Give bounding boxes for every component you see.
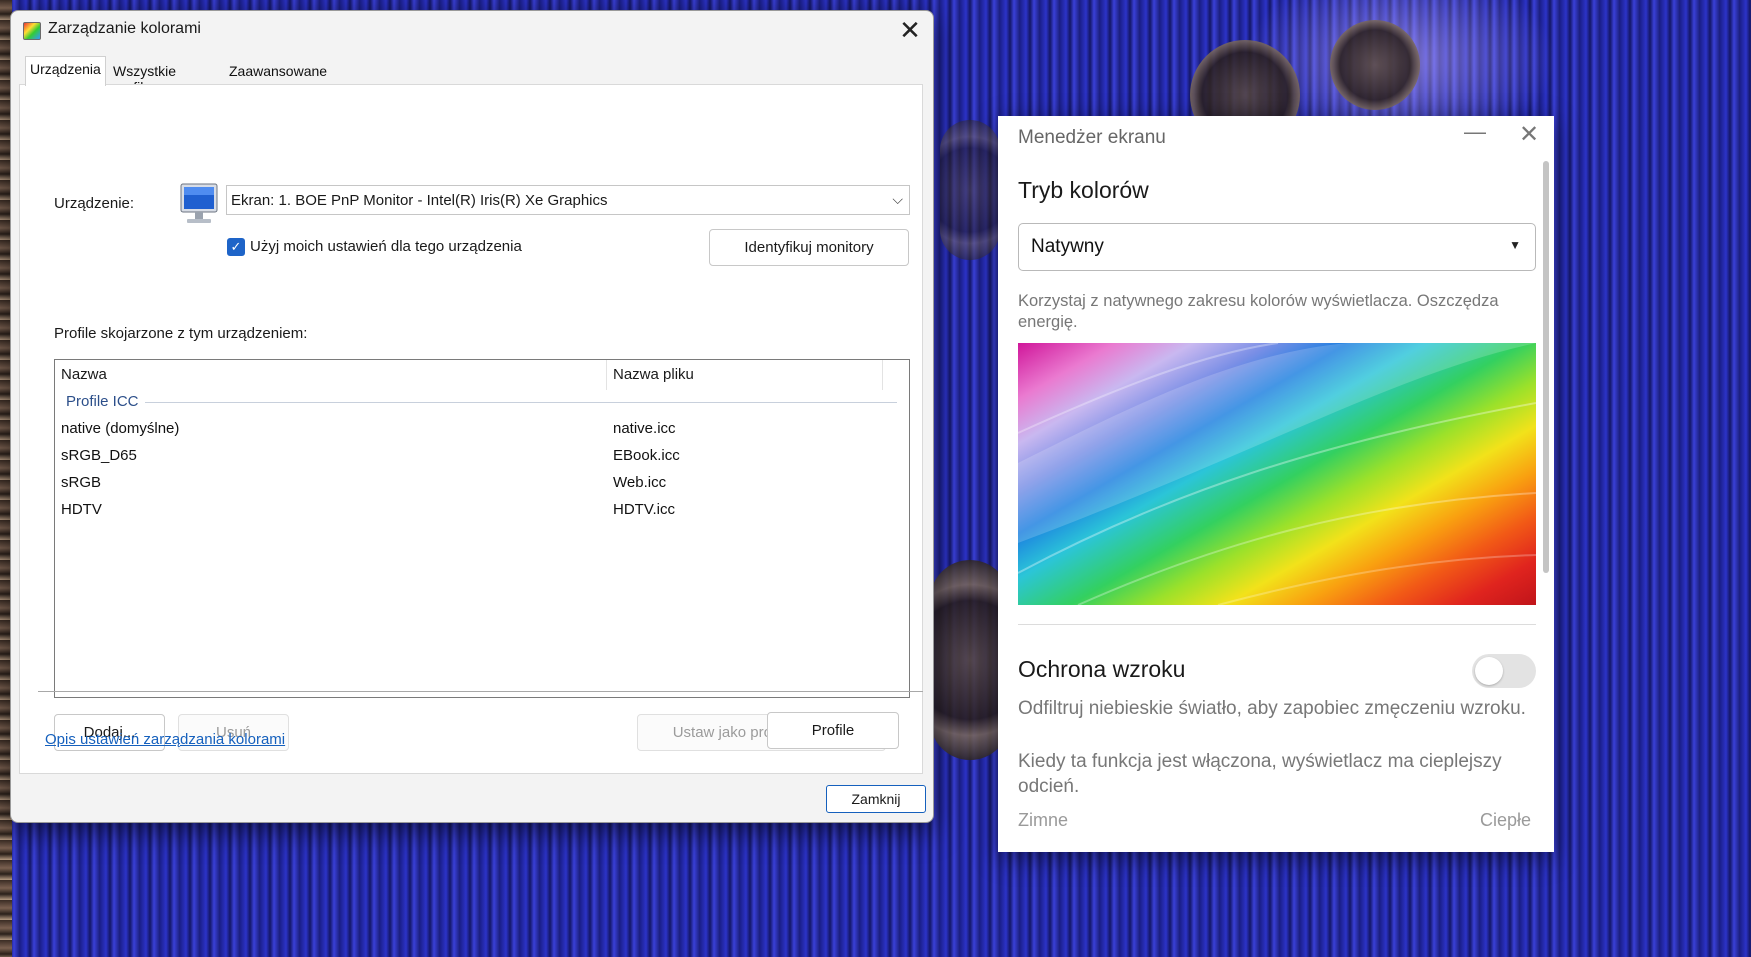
profiles-button[interactable]: Profile bbox=[767, 712, 899, 749]
cold-label: Zimne bbox=[1018, 810, 1069, 830]
table-row[interactable]: HDTV HDTV.icc bbox=[61, 498, 901, 522]
title-bar: Zarządzanie kolorami ✕ bbox=[11, 11, 933, 51]
column-header-filename[interactable]: Nazwa pliku bbox=[613, 366, 694, 383]
profile-filename: Web.icc bbox=[613, 474, 667, 491]
profile-name: native (domyślne) bbox=[61, 420, 180, 437]
group-divider-line bbox=[145, 402, 897, 403]
section-divider bbox=[1018, 624, 1536, 625]
window-title: Zarządzanie kolorami bbox=[48, 20, 201, 37]
chevron-down-icon: ⌵ bbox=[892, 191, 903, 207]
profile-list[interactable]: Nazwa Nazwa pliku Profile ICC native (do… bbox=[54, 359, 910, 698]
device-dropdown[interactable]: Ekran: 1. BOE PnP Monitor - Intel(R) Iri… bbox=[226, 185, 910, 215]
eye-protection-description-2: Kiedy ta funkcja jest włączona, wyświetl… bbox=[1018, 751, 1502, 797]
tab-devices[interactable]: Urządzenia bbox=[25, 56, 106, 86]
profile-name: sRGB bbox=[61, 474, 102, 491]
eye-protection-description: Odfiltruj niebieskie światło, aby zapobi… bbox=[1018, 698, 1526, 719]
identify-monitors-button[interactable]: Identyfikuj monitory bbox=[709, 229, 909, 266]
device-dropdown-value: Ekran: 1. BOE PnP Monitor - Intel(R) Iri… bbox=[231, 192, 608, 209]
scrollbar[interactable] bbox=[1543, 161, 1549, 573]
color-mode-dropdown[interactable]: Natywny ▼ bbox=[1018, 223, 1536, 271]
use-my-settings-label: Użyj moich ustawień dla tego urządzenia bbox=[250, 238, 522, 255]
devices-tab-panel: Urządzenie: Ekran: 1. BOE PnP Monitor - … bbox=[19, 84, 923, 774]
window-title: Menedżer ekranu bbox=[1018, 127, 1166, 148]
close-button[interactable]: Zamknij bbox=[826, 785, 926, 813]
wallpaper-gear bbox=[1330, 20, 1420, 110]
color-mode-description: Korzystaj z natywnego zakresu kolorów wy… bbox=[1018, 292, 1499, 331]
color-management-app-icon bbox=[23, 22, 41, 40]
column-divider[interactable] bbox=[882, 360, 883, 390]
wallpaper-gear bbox=[940, 120, 1000, 260]
warm-label: Ciepłe bbox=[1480, 810, 1532, 830]
color-settings-description-link[interactable]: Opis ustawień zarządzania kolorami bbox=[45, 731, 285, 748]
close-icon[interactable]: ✕ bbox=[1519, 123, 1539, 147]
screen-manager-window: Menedżer ekranu — ✕ Tryb kolorów Natywny… bbox=[998, 116, 1554, 852]
color-mode-preview-image bbox=[1018, 343, 1536, 605]
eye-protection-heading: Ochrona wzroku bbox=[1018, 656, 1186, 682]
use-my-settings-checkbox[interactable]: ✓ bbox=[227, 238, 245, 256]
group-header-icc: Profile ICC bbox=[66, 393, 145, 410]
profile-filename: native.icc bbox=[613, 420, 676, 437]
device-label: Urządzenie: bbox=[54, 195, 135, 212]
color-mode-heading: Tryb kolorów bbox=[1018, 177, 1149, 203]
close-icon[interactable]: ✕ bbox=[895, 17, 925, 45]
profile-filename: HDTV.icc bbox=[613, 501, 675, 518]
column-header-name[interactable]: Nazwa bbox=[61, 366, 107, 383]
tab-advanced[interactable]: Zaawansowane bbox=[225, 59, 331, 85]
table-row[interactable]: native (domyślne) native.icc bbox=[61, 417, 901, 441]
profile-filename: EBook.icc bbox=[613, 447, 680, 464]
tab-all-profiles[interactable]: Wszystkie profile bbox=[109, 59, 180, 95]
toggle-knob bbox=[1475, 657, 1503, 685]
profile-name: HDTV bbox=[61, 501, 102, 518]
monitor-icon bbox=[180, 183, 218, 223]
color-management-window: Zarządzanie kolorami ✕ Urządzenia Wszyst… bbox=[10, 10, 934, 823]
profile-name: sRGB_D65 bbox=[61, 447, 137, 464]
minimize-icon[interactable]: — bbox=[1464, 119, 1486, 145]
color-mode-value: Natywny bbox=[1031, 236, 1104, 257]
table-row[interactable]: sRGB_D65 EBook.icc bbox=[61, 444, 901, 468]
table-row[interactable]: sRGB Web.icc bbox=[61, 471, 901, 495]
caret-down-icon: ▼ bbox=[1509, 238, 1521, 252]
column-divider[interactable] bbox=[606, 360, 607, 390]
eye-protection-toggle[interactable] bbox=[1472, 654, 1536, 688]
associated-profiles-label: Profile skojarzone z tym urządzeniem: bbox=[54, 325, 308, 342]
horizontal-divider bbox=[38, 691, 923, 692]
